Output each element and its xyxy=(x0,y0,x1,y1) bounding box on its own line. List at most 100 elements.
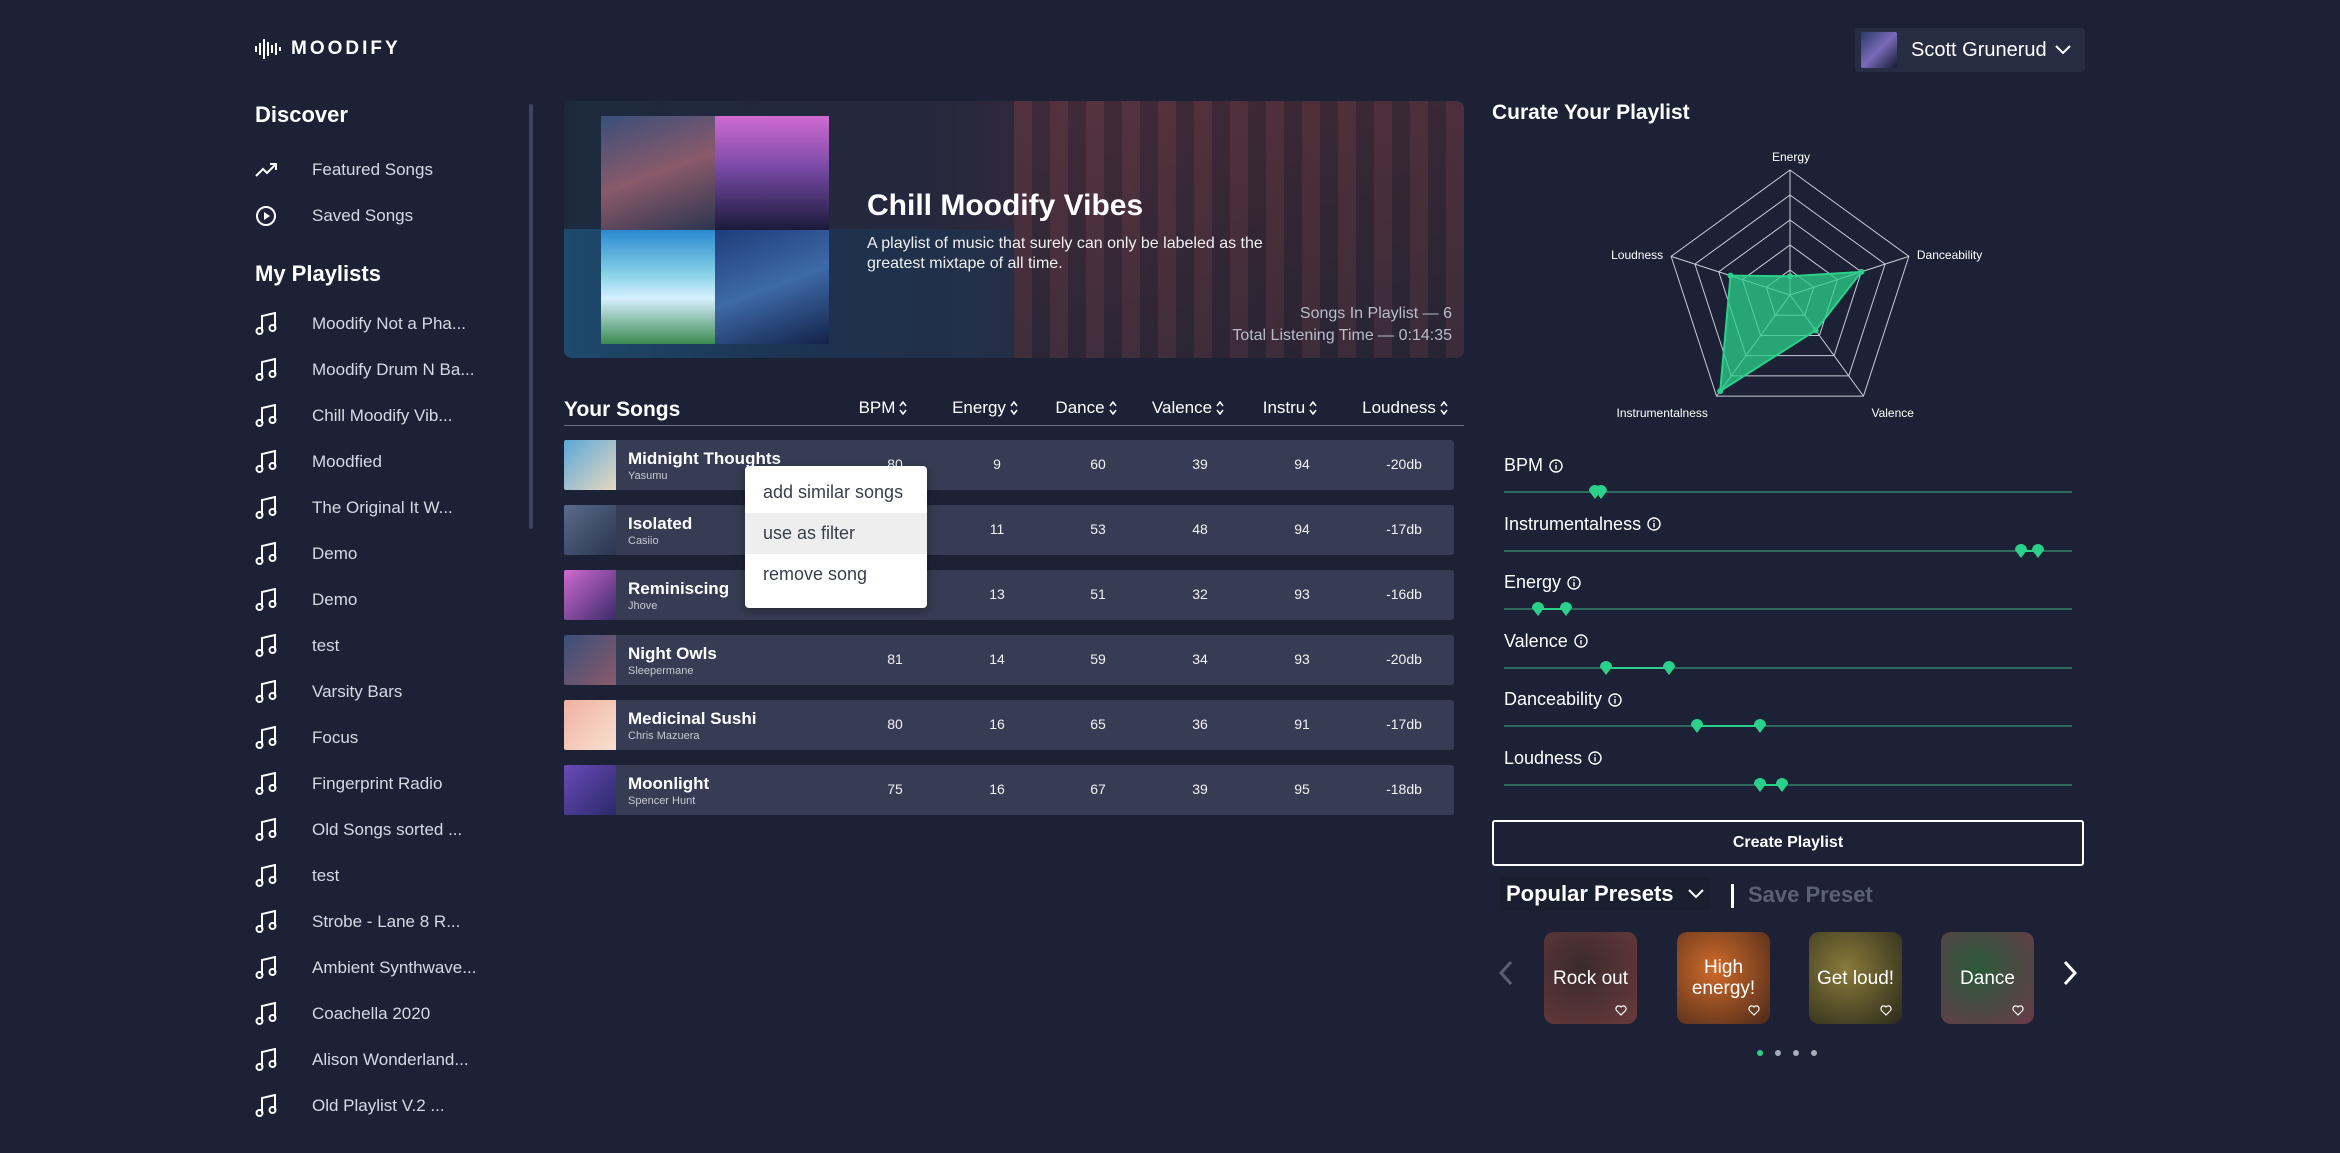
sidebar-item-playlist[interactable]: test xyxy=(255,853,515,899)
radar-point xyxy=(1812,327,1819,334)
sidebar-item-label: Moodfied xyxy=(312,452,382,471)
slider-thumb-max[interactable] xyxy=(1753,716,1767,734)
slider-thumb-min[interactable] xyxy=(1753,775,1767,793)
logo[interactable]: MOODIFY xyxy=(255,38,401,60)
cell-dance: 60 xyxy=(1090,456,1106,472)
create-playlist-button[interactable]: Create Playlist xyxy=(1492,820,2084,866)
song-name: Medicinal Sushi xyxy=(628,708,757,728)
sidebar-item-playlist[interactable]: Coachella 2020 xyxy=(255,991,515,1037)
playlist-banner: Chill Moodify Vibes A playlist of music … xyxy=(564,101,1464,358)
music-note-icon xyxy=(255,1048,277,1071)
preset-dropdown[interactable]: Popular Presets xyxy=(1500,877,1710,911)
preset-card[interactable]: Get loud! xyxy=(1809,932,1902,1024)
cell-bpm: 81 xyxy=(887,651,903,667)
sidebar-item-playlist[interactable]: Focus xyxy=(255,715,515,761)
sidebar-item-playlist[interactable]: test xyxy=(255,623,515,669)
sort-icon xyxy=(1108,401,1117,415)
column-header-bpm[interactable]: BPM xyxy=(843,398,923,418)
carousel-dot[interactable] xyxy=(1811,1050,1817,1056)
info-icon xyxy=(1549,458,1563,473)
chevron-down-icon xyxy=(1687,889,1704,899)
carousel-next-icon[interactable] xyxy=(2062,960,2078,986)
sidebar-item-playlist[interactable]: Moodify Drum N Ba... xyxy=(255,347,515,393)
column-header-label: BPM xyxy=(858,398,896,417)
save-preset-button[interactable]: Save Preset xyxy=(1748,882,1873,908)
carousel-dot[interactable] xyxy=(1757,1050,1763,1056)
sidebar-item-playlist[interactable]: Old Songs sorted ... xyxy=(255,807,515,853)
column-header-valence[interactable]: Valence xyxy=(1148,398,1228,418)
cell-bpm: 75 xyxy=(887,781,903,797)
info-icon xyxy=(1647,517,1661,531)
music-note-icon xyxy=(255,864,277,887)
carousel-dot[interactable] xyxy=(1775,1050,1781,1056)
sidebar: Discover Featured Songs Saved Songs My P… xyxy=(255,100,515,1129)
radar-label: Valence xyxy=(1871,406,1914,421)
sort-icon xyxy=(1440,401,1448,415)
slider-label: Danceability xyxy=(1504,689,1603,709)
slider-thumb-min[interactable] xyxy=(2014,541,2028,559)
column-header-energy[interactable]: Energy xyxy=(945,398,1025,418)
music-note-icon xyxy=(255,818,277,841)
column-header-dance[interactable]: Dance xyxy=(1046,398,1126,418)
preset-card[interactable]: High energy! xyxy=(1677,932,1770,1024)
carousel-dot[interactable] xyxy=(1793,1050,1799,1056)
slider-thumb-min[interactable] xyxy=(1690,716,1704,734)
sidebar-item-playlist[interactable]: Chill Moodify Vib... xyxy=(255,393,515,439)
column-header-instru[interactable]: Instru xyxy=(1250,398,1330,418)
sidebar-item-playlist[interactable]: The Original It W... xyxy=(255,485,515,531)
add-similar-songs-option[interactable]: add similar songs xyxy=(745,472,927,513)
slider-range xyxy=(1697,725,1760,727)
column-header-label: Valence xyxy=(1151,398,1213,417)
slider-label-row: Loudness xyxy=(1504,748,2072,769)
use-as-filter-option[interactable]: use as filter xyxy=(745,513,927,554)
remove-song-option[interactable]: remove song xyxy=(745,554,927,595)
sidebar-item-saved-songs[interactable]: Saved Songs xyxy=(255,193,515,239)
heart-icon[interactable] xyxy=(2012,1005,2024,1016)
column-header-loudness[interactable]: Loudness xyxy=(1355,398,1455,418)
cell-valence: 32 xyxy=(1192,586,1208,602)
sidebar-item-playlist[interactable]: Demo xyxy=(255,531,515,577)
slider-thumb-max[interactable] xyxy=(1594,482,1608,500)
sidebar-item-playlist[interactable]: Fingerprint Radio xyxy=(255,761,515,807)
slider-loudness: Loudness xyxy=(1504,748,2072,796)
music-note-icon xyxy=(255,358,277,381)
slider-thumb-max[interactable] xyxy=(2031,541,2045,559)
cover-art xyxy=(715,230,829,344)
heart-icon[interactable] xyxy=(1615,1005,1627,1016)
cell-instru: 91 xyxy=(1294,716,1310,732)
sidebar-item-label: Demo xyxy=(312,590,358,609)
sidebar-item-featured-songs[interactable]: Featured Songs xyxy=(255,147,515,193)
slider-energy: Energy xyxy=(1504,572,2072,620)
sidebar-scrollbar[interactable] xyxy=(529,104,533,529)
sidebar-item-playlist[interactable]: Demo xyxy=(255,577,515,623)
radar-chart xyxy=(1670,169,1910,397)
sidebar-item-playlist[interactable]: Moodfied xyxy=(255,439,515,485)
column-header-label: Dance xyxy=(1055,398,1105,417)
sidebar-item-playlist[interactable]: Alison Wonderland... xyxy=(255,1037,515,1083)
app-name: MOODIFY xyxy=(291,38,401,59)
sort-icon xyxy=(1216,401,1224,415)
preset-card[interactable]: Dance xyxy=(1941,932,2034,1024)
heart-icon[interactable] xyxy=(1880,1005,1892,1016)
sidebar-item-playlist[interactable]: Ambient Synthwave... xyxy=(255,945,515,991)
preset-card[interactable]: Rock out xyxy=(1544,932,1637,1024)
song-thumbnail xyxy=(564,440,616,490)
slider-track[interactable] xyxy=(1504,608,2072,610)
slider-thumb-min[interactable] xyxy=(1531,599,1545,617)
sidebar-item-playlist[interactable]: Old Playlist V.2 ... xyxy=(255,1083,515,1129)
sidebar-item-label: Ambient Synthwave... xyxy=(312,958,477,977)
cell-bpm: 80 xyxy=(887,716,903,732)
sidebar-item-playlist[interactable]: Strobe - Lane 8 R... xyxy=(255,899,515,945)
slider-track[interactable] xyxy=(1504,549,2072,552)
slider-track[interactable] xyxy=(1504,666,2072,669)
sidebar-item-playlist[interactable]: Varsity Bars xyxy=(255,669,515,715)
user-menu[interactable]: Scott Grunerud xyxy=(1855,28,2085,72)
slider-thumb-min[interactable] xyxy=(1599,658,1613,676)
carousel-prev-icon[interactable] xyxy=(1498,960,1514,986)
slider-thumb-max[interactable] xyxy=(1775,775,1789,793)
heart-icon[interactable] xyxy=(1748,1005,1760,1016)
slider-thumb-max[interactable] xyxy=(1662,658,1676,676)
slider-thumb-max[interactable] xyxy=(1559,599,1573,617)
sidebar-item-playlist[interactable]: Moodify Not a Pha... xyxy=(255,301,515,347)
slider-track[interactable] xyxy=(1504,725,2072,727)
